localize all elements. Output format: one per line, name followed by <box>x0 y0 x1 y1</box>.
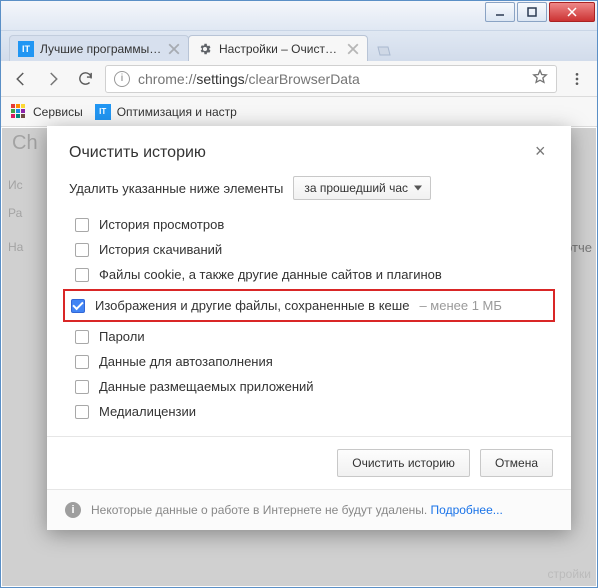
bookmarks-bar: Сервисы IT Оптимизация и настр <box>1 97 597 127</box>
dialog-title: Очистить историю <box>69 144 206 162</box>
option-hint: – менее 1 МБ <box>419 298 501 313</box>
apps-label: Сервисы <box>33 105 83 119</box>
browser-menu-button[interactable] <box>565 67 589 91</box>
dialog-body: Удалить указанные ниже элементы за проше… <box>47 170 571 436</box>
back-button[interactable] <box>9 67 33 91</box>
dialog-header: Очистить историю × <box>47 126 571 170</box>
cancel-button[interactable]: Отмена <box>480 449 553 477</box>
address-bar[interactable]: i chrome://settings/clearBrowserData <box>105 65 557 93</box>
option-row[interactable]: История скачиваний <box>69 237 549 262</box>
footer-text: Некоторые данные о работе в Интернете не… <box>91 503 503 517</box>
option-row[interactable]: Данные для автозаполнения <box>69 349 549 374</box>
dialog-footer: i Некоторые данные о работе в Интернете … <box>47 489 571 530</box>
dialog-buttons: Очистить историю Отмена <box>47 436 571 489</box>
checkbox[interactable] <box>75 330 89 344</box>
clear-history-dialog: Очистить историю × Удалить указанные ниж… <box>47 126 571 530</box>
option-label: Изображения и другие файлы, сохраненные … <box>95 298 409 313</box>
intro-row: Удалить указанные ниже элементы за проше… <box>69 176 549 200</box>
checkbox[interactable] <box>75 218 89 232</box>
option-label: Медиалицензии <box>99 404 196 419</box>
tab-title: Настройки – Очистить и <box>219 42 341 56</box>
browser-toolbar: i chrome://settings/clearBrowserData <box>1 61 597 97</box>
apps-shortcut[interactable]: Сервисы <box>11 104 83 120</box>
window-minimize-button[interactable] <box>485 2 515 22</box>
checkbox[interactable] <box>75 268 89 282</box>
bookmark-star-icon[interactable] <box>532 69 548 88</box>
option-row[interactable]: Медиалицензии <box>69 399 549 424</box>
url-text: chrome://settings/clearBrowserData <box>138 71 524 87</box>
tab-title: Лучшие программы для <box>40 42 162 56</box>
dialog-close-button[interactable]: × <box>535 144 549 158</box>
option-row[interactable]: Изображения и другие файлы, сохраненные … <box>65 293 547 318</box>
dropdown-value: за прошедший час <box>304 181 408 195</box>
option-row[interactable]: Данные размещаемых приложений <box>69 374 549 399</box>
site-info-icon[interactable]: i <box>114 71 130 87</box>
learn-more-link[interactable]: Подробнее... <box>431 503 503 517</box>
option-row[interactable]: Пароли <box>69 324 549 349</box>
window-close-button[interactable] <box>549 2 595 22</box>
option-row[interactable]: История просмотров <box>69 212 549 237</box>
window-maximize-button[interactable] <box>517 2 547 22</box>
option-label: Данные размещаемых приложений <box>99 379 314 394</box>
highlighted-option: Изображения и другие файлы, сохраненные … <box>63 289 555 322</box>
favicon-it-icon: IT <box>95 104 111 120</box>
option-label: История просмотров <box>99 217 224 232</box>
tab-active[interactable]: Настройки – Очистить и <box>188 35 368 61</box>
bookmark-item[interactable]: IT Оптимизация и настр <box>95 104 237 120</box>
reload-button[interactable] <box>73 67 97 91</box>
background-text: стройки <box>548 567 592 581</box>
intro-text: Удалить указанные ниже элементы <box>69 181 283 196</box>
forward-button[interactable] <box>41 67 65 91</box>
checkbox[interactable] <box>75 405 89 419</box>
option-label: История скачиваний <box>99 242 222 257</box>
tab-close-icon[interactable] <box>347 43 359 55</box>
info-icon: i <box>65 502 81 518</box>
tab-inactive[interactable]: IT Лучшие программы для <box>9 35 189 61</box>
bookmark-label: Оптимизация и настр <box>117 105 237 119</box>
apps-icon <box>11 104 27 120</box>
clear-history-button[interactable]: Очистить историю <box>337 449 470 477</box>
checkbox[interactable] <box>75 243 89 257</box>
options-list: История просмотров История скачиваний Файл… <box>69 212 549 424</box>
favicon-it-icon: IT <box>18 41 34 57</box>
option-label: Данные для автозаполнения <box>99 354 273 369</box>
time-range-dropdown[interactable]: за прошедший час <box>293 176 431 200</box>
option-label: Файлы cookie, а также другие данные сайт… <box>99 267 442 282</box>
checkbox[interactable] <box>75 380 89 394</box>
option-row[interactable]: Файлы cookie, а также другие данные сайт… <box>69 262 549 287</box>
window-titlebar[interactable] <box>1 1 597 31</box>
checkbox[interactable] <box>71 299 85 313</box>
new-tab-button[interactable] <box>372 41 396 61</box>
tab-strip: IT Лучшие программы для Настройки – Очис… <box>1 31 597 61</box>
favicon-gear-icon <box>197 41 213 57</box>
checkbox[interactable] <box>75 355 89 369</box>
option-label: Пароли <box>99 329 145 344</box>
tab-close-icon[interactable] <box>168 43 180 55</box>
window-frame: IT Лучшие программы для Настройки – Очис… <box>0 0 598 588</box>
